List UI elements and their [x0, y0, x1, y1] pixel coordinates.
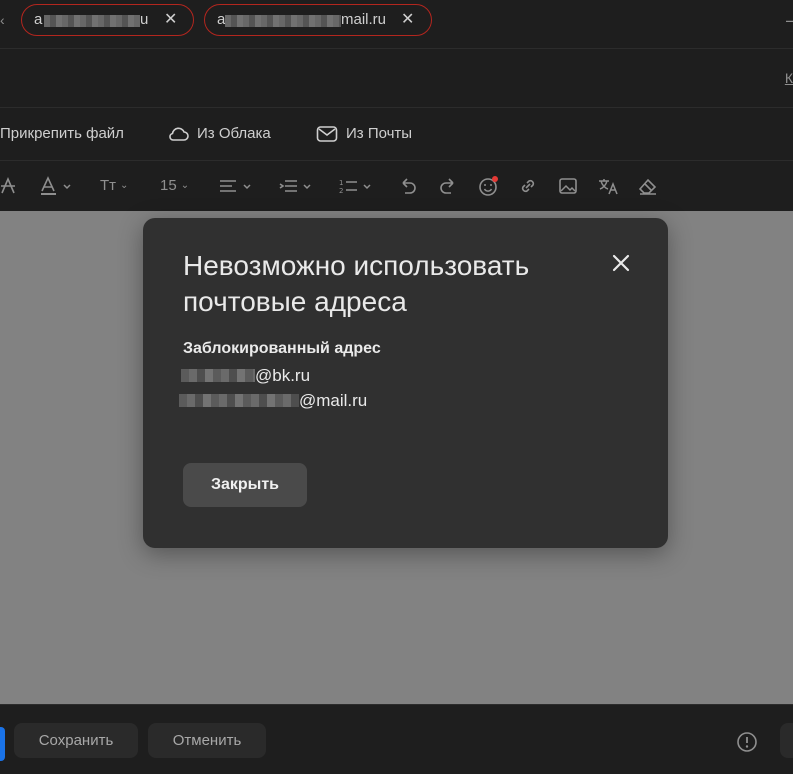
recipient-chip-2-suffix: mail.ru [341, 11, 387, 28]
align-icon [220, 180, 251, 192]
recipient-chip-1-suffix: u [140, 11, 149, 28]
translate-icon[interactable] [597, 175, 619, 197]
recipient-chip-1[interactable]: a u ✕ [21, 4, 194, 36]
blocked-address-text: @bk.ru [255, 366, 311, 385]
add-recipient-icon[interactable]: – [786, 10, 793, 31]
redacted-text [181, 369, 255, 382]
from-cloud-button[interactable]: Из Облака [167, 123, 271, 145]
attach-toolbar: Прикрепить файл Из Облака Из Почты [0, 108, 793, 161]
attach-file-button[interactable]: Прикрепить файл [0, 123, 124, 145]
blocked-address: @mail.ru [179, 391, 367, 411]
subject-row[interactable] [0, 49, 793, 108]
strikethrough-icon[interactable] [0, 175, 16, 197]
text-color-dropdown[interactable] [40, 175, 72, 197]
format-toolbar: Тт ⌄ 15 ⌄ 12 [0, 161, 793, 211]
info-icon[interactable] [736, 731, 758, 758]
chevron-down-icon: ⌄ [180, 180, 190, 192]
svg-text:1: 1 [339, 179, 343, 187]
blocked-address-dialog: Невозможно использовать почтовые адреса … [143, 218, 668, 548]
text-size-label: Тт [100, 177, 117, 194]
redo-icon[interactable] [438, 175, 458, 197]
remove-recipient-icon[interactable]: ✕ [401, 5, 414, 35]
indent-icon [279, 180, 311, 192]
dialog-subtitle: Заблокированный адрес [183, 340, 381, 357]
from-mail-button[interactable]: Из Почты [316, 123, 412, 145]
recipients-row: ‹ a u ✕ a mail.ru ✕ – [0, 0, 793, 49]
font-size-dropdown[interactable]: 15 ⌄ [160, 175, 189, 197]
align-dropdown[interactable] [219, 175, 253, 197]
list-dropdown[interactable]: 12 [339, 175, 373, 197]
cloud-icon [169, 127, 189, 141]
redacted-text [179, 394, 299, 407]
remove-recipient-icon[interactable]: ✕ [164, 5, 177, 35]
blocked-address-text: @mail.ru [299, 391, 368, 410]
cancel-button[interactable]: Отменить [148, 723, 266, 758]
close-button[interactable]: Закрыть [183, 463, 307, 507]
text-color-icon [41, 176, 71, 195]
send-button[interactable] [0, 727, 5, 761]
attach-file-label: Прикрепить файл [0, 125, 124, 142]
recipient-chip-1-text: a [34, 11, 43, 28]
bottom-action-bar: Сохранить Отменить [0, 704, 793, 774]
dialog-title: Невозможно использовать почтовые адреса [183, 250, 530, 317]
svg-text:2: 2 [339, 187, 343, 195]
redacted-text [225, 15, 341, 27]
blocked-address: @bk.ru [181, 366, 310, 386]
edge-link[interactable]: К [785, 70, 793, 86]
envelope-icon [316, 126, 338, 142]
text-size-dropdown[interactable]: Тт ⌄ [100, 175, 128, 197]
emoji-icon[interactable] [478, 175, 500, 197]
recipient-chip-2[interactable]: a mail.ru ✕ [204, 4, 432, 36]
save-button[interactable]: Сохранить [14, 723, 138, 758]
numbered-list-icon: 12 [339, 179, 371, 195]
close-icon[interactable] [608, 250, 634, 276]
font-size-value: 15 [160, 177, 177, 194]
clear-format-icon[interactable] [637, 175, 659, 197]
link-icon[interactable] [518, 175, 538, 197]
chevron-left-icon[interactable]: ‹ [0, 12, 5, 28]
more-options-button[interactable] [780, 723, 793, 758]
chevron-down-icon: ⌄ [120, 180, 129, 192]
undo-icon[interactable] [398, 175, 418, 197]
redacted-text [44, 15, 140, 27]
from-cloud-label: Из Облака [197, 125, 271, 142]
indent-dropdown[interactable] [279, 175, 313, 197]
image-icon[interactable] [558, 175, 578, 197]
from-mail-label: Из Почты [346, 125, 413, 142]
